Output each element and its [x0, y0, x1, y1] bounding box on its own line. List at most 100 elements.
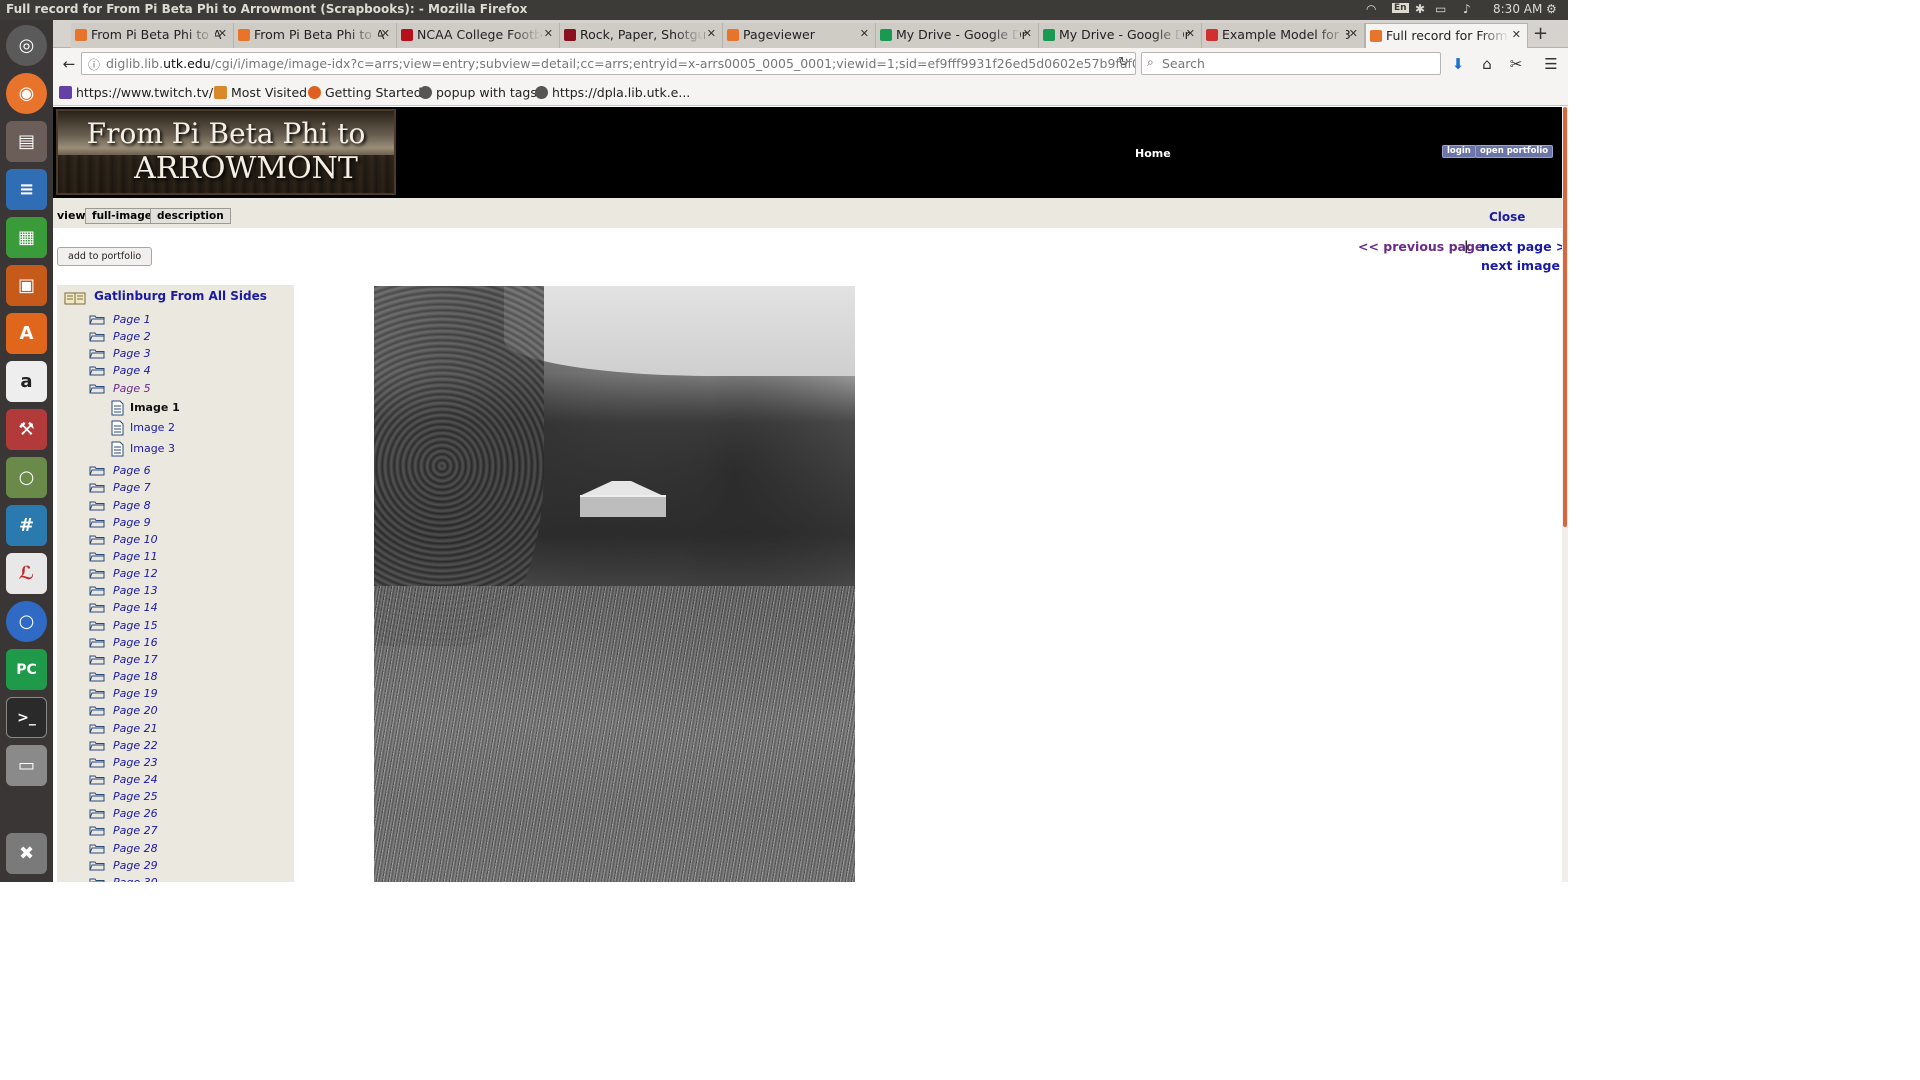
next-page-link[interactable]: next page >> — [1481, 239, 1562, 254]
gear-icon[interactable]: ⚙ — [1546, 2, 1557, 16]
page-link[interactable]: Page 7 — [113, 481, 151, 494]
image-link[interactable]: Image 3 — [130, 442, 175, 455]
bookmark-getting-started[interactable]: Getting Started — [308, 85, 422, 100]
page-link[interactable]: Page 15 — [113, 619, 158, 632]
page-link[interactable]: Page 25 — [113, 790, 158, 803]
close-icon[interactable]: ✕ — [544, 27, 553, 40]
tab[interactable]: From Pi Beta Phi to A ✕ — [234, 23, 397, 48]
trash-icon[interactable]: ✖ — [6, 833, 47, 874]
tab[interactable]: Example Model for 3 ✕ — [1202, 23, 1365, 48]
page-link[interactable]: Page 27 — [113, 824, 158, 837]
page-link[interactable]: Page 10 — [113, 533, 158, 546]
page-link[interactable]: Page 18 — [113, 670, 158, 683]
tab[interactable]: My Drive - Google Dr ✕ — [876, 23, 1039, 48]
page-link[interactable]: Page 5 — [113, 382, 151, 395]
page-link[interactable]: Page 20 — [113, 704, 158, 717]
page-link[interactable]: Page 11 — [113, 550, 158, 563]
software-center-icon[interactable]: A — [6, 313, 47, 354]
page-link[interactable]: Page 2 — [113, 330, 151, 343]
page-link[interactable]: Page 28 — [113, 842, 158, 855]
menu-icon[interactable]: ☰ — [1540, 53, 1562, 75]
impress-icon[interactable]: ▣ — [6, 265, 47, 306]
close-icon[interactable]: ✕ — [218, 27, 227, 40]
tab[interactable]: Rock, Paper, Shotgu ✕ — [560, 23, 723, 48]
back-button[interactable]: ← — [58, 53, 80, 75]
wifi-icon[interactable]: ◠ — [1366, 2, 1376, 16]
close-icon[interactable]: ✕ — [1186, 27, 1195, 40]
search-input[interactable]: ⌕ Search — [1141, 52, 1441, 75]
bookmark-dpla[interactable]: https://dpla.lib.utk.e... — [535, 85, 690, 100]
tab[interactable]: My Drive - Google Dr ✕ — [1039, 23, 1202, 48]
next-image-link[interactable]: next image >> — [1481, 258, 1562, 273]
tab[interactable]: Pageviewer ✕ — [723, 23, 876, 48]
page-link[interactable]: Page 12 — [113, 567, 158, 580]
files-icon[interactable]: ▤ — [6, 121, 47, 162]
clock[interactable]: 8:30 AM — [1493, 2, 1542, 16]
page-link[interactable]: Page 17 — [113, 653, 158, 666]
keyboard-layout-indicator[interactable]: En — [1392, 3, 1409, 13]
image-link[interactable]: Image 1 — [130, 401, 180, 414]
pdf-viewer-icon[interactable]: ℒ — [6, 553, 47, 594]
page-link[interactable]: Page 3 — [113, 347, 151, 360]
info-icon[interactable]: ⓘ — [88, 56, 100, 73]
full-image-button[interactable]: full-image — [85, 208, 159, 224]
new-tab-button[interactable]: + — [1533, 23, 1548, 44]
close-link[interactable]: Close — [1489, 210, 1525, 224]
amazon-icon[interactable]: a — [6, 361, 47, 402]
firefox-icon[interactable]: ◉ — [6, 73, 47, 114]
bluetooth-icon[interactable]: ✱ — [1415, 2, 1425, 16]
volume-icon[interactable]: ♪ — [1463, 2, 1471, 16]
page-link[interactable]: Page 1 — [113, 313, 151, 326]
close-icon[interactable]: ✕ — [1512, 28, 1521, 41]
reload-icon[interactable]: ↻ — [1118, 55, 1129, 70]
tab[interactable]: From Pi Beta Phi to A ✕ — [71, 23, 234, 48]
bookmark-twitch[interactable]: https://www.twitch.tv/ — [59, 85, 213, 100]
calc-icon[interactable]: ▦ — [6, 217, 47, 258]
close-icon[interactable]: ✕ — [381, 27, 390, 40]
login-button[interactable]: login — [1442, 145, 1476, 158]
scrapbook-photo[interactable] — [374, 286, 855, 882]
tab[interactable]: NCAA College Footb ✕ — [397, 23, 560, 48]
terminal-icon[interactable]: >_ — [6, 697, 47, 738]
bookmark-popup-with-tags[interactable]: popup with tags — [419, 85, 537, 100]
add-to-portfolio-button[interactable]: add to portfolio — [57, 247, 153, 266]
page-link[interactable]: Page 4 — [113, 364, 151, 377]
page-link[interactable]: Page 26 — [113, 807, 158, 820]
home-icon[interactable]: ⌂ — [1476, 53, 1498, 75]
settings-icon[interactable]: ⚒ — [6, 409, 47, 450]
close-icon[interactable]: ✕ — [860, 27, 869, 40]
page-link[interactable]: Page 24 — [113, 773, 158, 786]
pycharm-icon[interactable]: PC — [6, 649, 47, 690]
bookmark-most-visited[interactable]: Most Visited — [214, 85, 307, 100]
site-banner[interactable]: From Pi Beta Phi to ARROWMONT — [56, 109, 396, 195]
page-link[interactable]: Page 23 — [113, 756, 158, 769]
page-link[interactable]: Page 29 — [113, 859, 158, 872]
image-link[interactable]: Image 2 — [130, 421, 175, 434]
url-bar[interactable]: ⓘ diglib.lib.utk.edu/cgi/i/image/image-id… — [81, 52, 1136, 75]
page-link[interactable]: Page 8 — [113, 499, 151, 512]
page-link[interactable]: Page 13 — [113, 584, 158, 597]
page-link[interactable]: Page 14 — [113, 601, 158, 614]
tab-active[interactable]: Full record for From ✕ — [1365, 23, 1528, 48]
close-icon[interactable]: ✕ — [1349, 27, 1358, 40]
close-icon[interactable]: ✕ — [707, 27, 716, 40]
scrollbar[interactable] — [1562, 107, 1568, 882]
tree-title-link[interactable]: Gatlinburg From All Sides — [94, 289, 267, 303]
image-viewer-icon[interactable]: ○ — [6, 457, 47, 498]
page-link[interactable]: Page 21 — [113, 722, 158, 735]
scrollbar-thumb[interactable] — [1563, 107, 1567, 527]
open-portfolio-button[interactable]: open portfolio — [1475, 145, 1554, 158]
page-link[interactable]: Page 9 — [113, 516, 151, 529]
writer-icon[interactable]: ≡ — [6, 169, 47, 210]
page-link[interactable]: Page 22 — [113, 739, 158, 752]
dash-icon[interactable]: ◎ — [6, 25, 47, 66]
drive-icon[interactable]: ▭ — [6, 745, 47, 786]
hashtag-app-icon[interactable]: # — [6, 505, 47, 546]
description-button[interactable]: description — [150, 208, 231, 224]
page-link[interactable]: Page 30 — [113, 876, 158, 882]
close-icon[interactable]: ✕ — [1023, 27, 1032, 40]
screenshot-icon[interactable]: ✂ — [1505, 53, 1527, 75]
page-link[interactable]: Page 19 — [113, 687, 158, 700]
download-icon[interactable]: ⬇ — [1447, 53, 1469, 75]
page-link[interactable]: Page 16 — [113, 636, 158, 649]
